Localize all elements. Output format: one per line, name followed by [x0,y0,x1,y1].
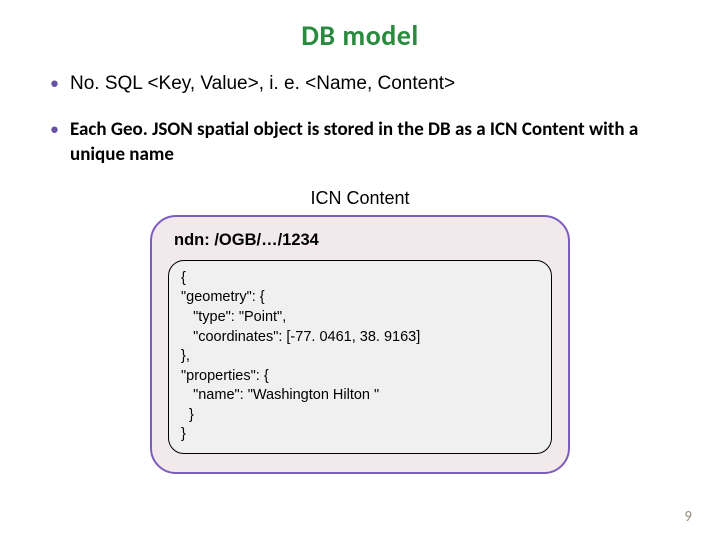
page-number: 9 [684,508,692,526]
bullet-list: No. SQL <Key, Value>, i. e. <Name, Conte… [48,71,686,168]
bullet-1: No. SQL <Key, Value>, i. e. <Name, Conte… [48,71,686,97]
ndn-name: ndn: /OGB/…/1234 [174,231,552,250]
geojson-snippet: { "geometry": { "type": "Point", "coordi… [168,260,552,454]
bullet-1-text: No. SQL <Key, Value>, i. e. <Name, Conte… [70,73,455,94]
bullet-2: Each Geo. JSON spatial object is stored … [48,117,686,168]
slide-title: DB model [34,18,686,53]
icn-content-label: ICN Content [34,188,686,209]
bullet-2-text: Each Geo. JSON spatial object is stored … [70,118,638,167]
icn-content-box: ndn: /OGB/…/1234 { "geometry": { "type":… [150,215,570,474]
